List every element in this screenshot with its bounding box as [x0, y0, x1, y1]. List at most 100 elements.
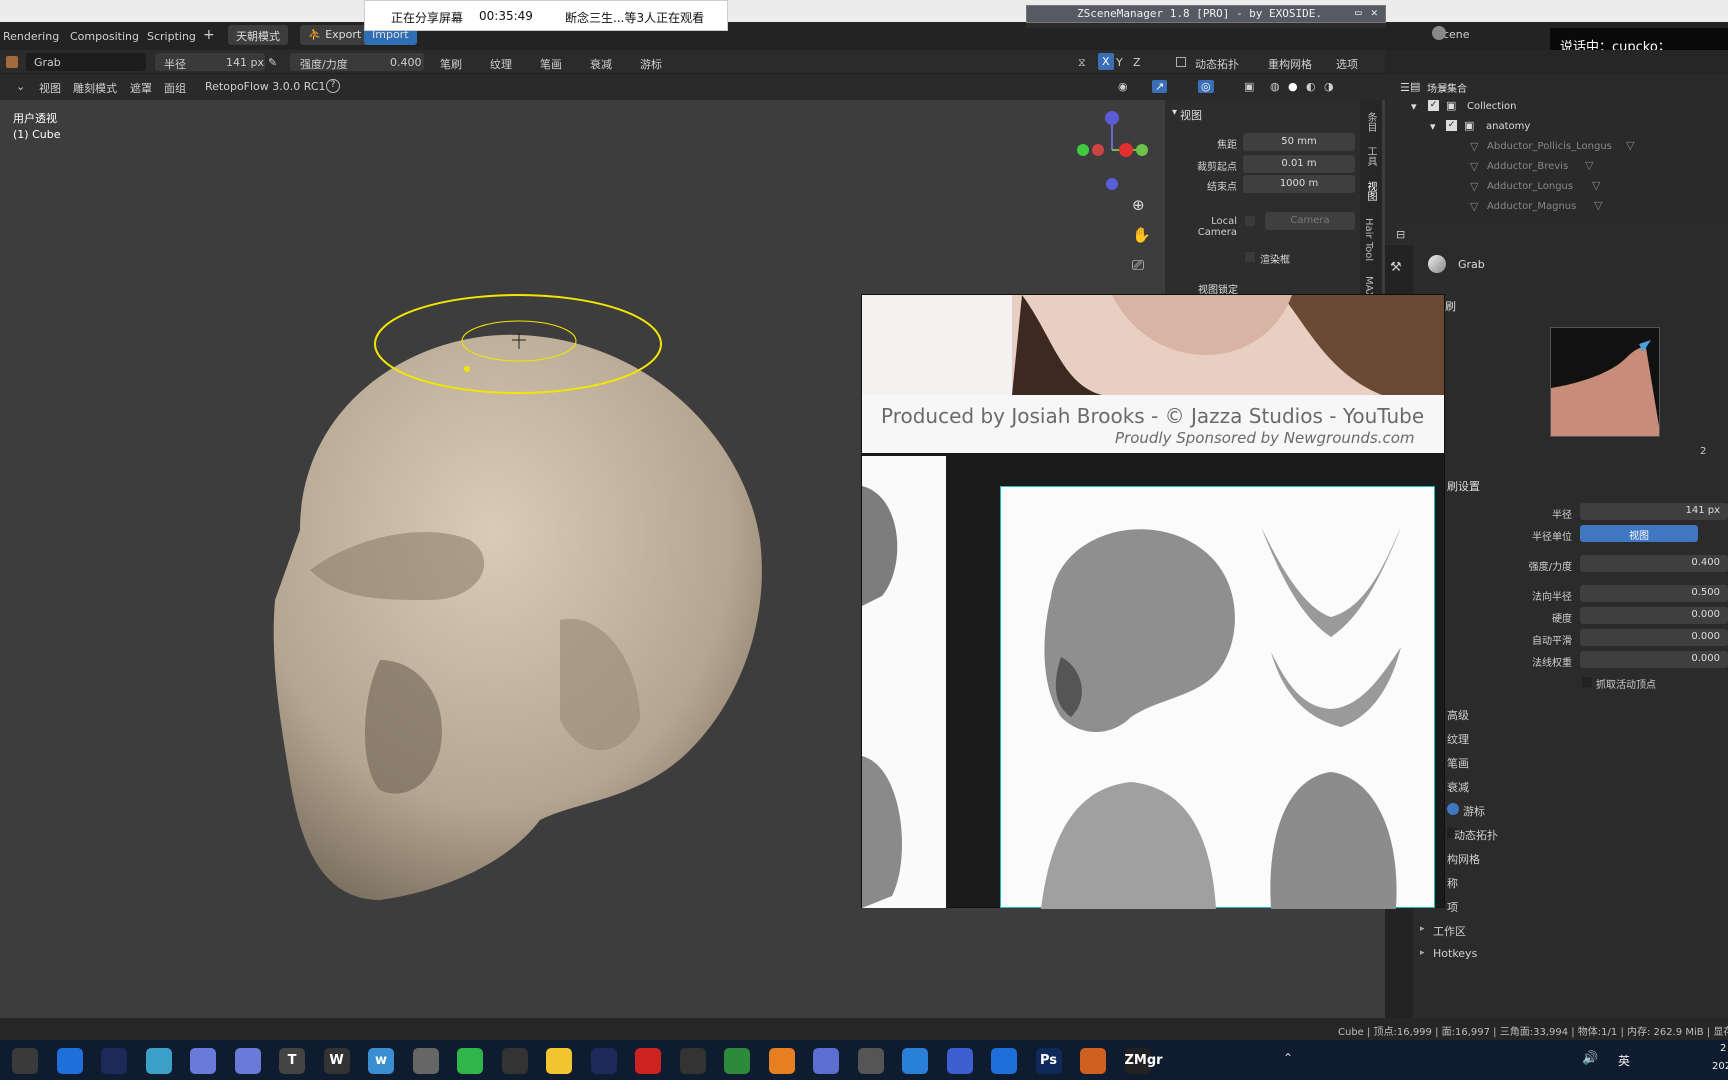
menu-falloff[interactable]: 衰减 — [590, 56, 612, 72]
scene-collection-label[interactable]: 场景集合 — [1427, 80, 1467, 95]
outliner-item[interactable]: Abductor_Pollicis_Longus — [1487, 141, 1612, 152]
taskbar-wd-icon[interactable]: w — [368, 1048, 394, 1074]
hardness-field[interactable]: 0.000 — [1580, 607, 1728, 624]
remesh-menu[interactable]: 重构网格 — [1268, 56, 1312, 72]
options-menu[interactable]: 选项 — [1336, 56, 1358, 72]
taskbar-tx-icon[interactable]: T — [279, 1048, 305, 1074]
pen-pressure-icon[interactable]: ✎ — [268, 56, 277, 69]
overlay-icon[interactable]: ◎ — [1198, 80, 1214, 93]
radius-field[interactable]: 141 px — [1580, 503, 1728, 520]
outliner-item[interactable]: Adductor_Brevis — [1487, 161, 1568, 172]
navigation-gizmo[interactable] — [1070, 108, 1150, 198]
collection-checkbox[interactable]: ✓ — [1428, 100, 1439, 111]
collapse-icon[interactable]: ⌄ — [16, 80, 25, 93]
visibility-icon[interactable]: ◉ — [1118, 80, 1128, 93]
dyntopo-menu[interactable]: 动态拓扑 — [1195, 56, 1239, 72]
view-section-title[interactable]: 视图 — [1180, 107, 1202, 123]
add-workspace-button[interactable]: + — [203, 27, 215, 43]
tab-hair-tool[interactable]: Hair Tool — [1363, 218, 1374, 261]
section-cursor[interactable]: 游标 — [1463, 803, 1485, 819]
menu-view[interactable]: 视图 — [39, 80, 61, 96]
taskbar-netease-icon[interactable] — [635, 1048, 661, 1074]
menu-texture[interactable]: 纹理 — [490, 56, 512, 72]
taskbar-w-icon[interactable]: W — [323, 1048, 350, 1074]
taskbar-fm-icon[interactable] — [1080, 1048, 1106, 1074]
focal-length-field[interactable]: 50 mm — [1243, 133, 1355, 151]
taskbar-owl-icon[interactable] — [412, 1048, 439, 1074]
brush-thumbnail[interactable] — [1550, 327, 1660, 437]
taskbar-shield-icon[interactable] — [991, 1048, 1017, 1074]
taskbar-tasks-icon[interactable] — [946, 1048, 973, 1074]
outliner-item[interactable]: Adductor_Magnus — [1487, 201, 1576, 212]
strength-field[interactable]: 0.400 — [1580, 555, 1728, 572]
tool-tab-icon[interactable]: ⚒ — [1390, 260, 1402, 275]
taskbar-wechat-icon[interactable] — [457, 1048, 483, 1074]
taskbar-blender-ribbon-icon[interactable] — [101, 1048, 127, 1074]
tab-scripting[interactable]: Scripting — [147, 30, 196, 43]
menu-face-sets[interactable]: 面组 — [164, 80, 186, 96]
retopoflow-menu[interactable]: RetopoFlow 3.0.0 RC1 — [205, 80, 326, 93]
section-remesh[interactable]: 构网格 — [1447, 851, 1480, 867]
display-mode-icon[interactable]: ☰ — [1400, 81, 1410, 94]
taskbar-cloud-app-icon[interactable] — [813, 1048, 839, 1074]
brush-icon[interactable] — [6, 56, 18, 68]
taskbar-zbrush-icon[interactable] — [857, 1048, 884, 1074]
tab-tool[interactable]: 工具 — [1363, 146, 1378, 166]
section-symmetry[interactable]: 称 — [1447, 875, 1458, 891]
taskbar-cinema4d-2-icon[interactable] — [234, 1048, 261, 1074]
help-icon[interactable]: ? — [326, 79, 340, 93]
anatomy-expand-arrow[interactable]: ▾ — [1430, 120, 1436, 133]
menu-sculpt[interactable]: 雕刻模式 — [73, 80, 117, 96]
axis-y-toggle[interactable]: Y — [1116, 56, 1123, 69]
brush-settings-title[interactable]: 刷设置 — [1447, 478, 1480, 494]
taskbar-obs-icon[interactable] — [12, 1048, 38, 1074]
taskbar-blender-2-icon[interactable] — [590, 1048, 617, 1074]
local-camera-checkbox[interactable] — [1245, 216, 1255, 226]
taskbar-qq-ring-icon[interactable] — [501, 1048, 528, 1074]
tab-rendering[interactable]: Rendering — [3, 30, 59, 43]
clock-date[interactable]: 202 — [1712, 1061, 1728, 1072]
menu-stroke[interactable]: 笔画 — [540, 56, 562, 72]
camera-field[interactable]: Camera — [1265, 212, 1355, 230]
system-tray-chevron-icon[interactable]: ⌃ — [1283, 1051, 1293, 1065]
gizmo-icon[interactable]: ↗ — [1152, 80, 1168, 93]
dyntopo-checkbox[interactable] — [1176, 57, 1186, 67]
taskbar-ps-icon[interactable]: Ps — [1035, 1048, 1062, 1074]
taskbar-blender-icon[interactable] — [768, 1048, 795, 1074]
tab-compositing[interactable]: Compositing — [70, 30, 139, 43]
section-stroke[interactable]: 笔画 — [1447, 755, 1469, 771]
section-workspace[interactable]: 工作区 — [1433, 923, 1466, 939]
section-falloff[interactable]: 衰减 — [1447, 779, 1469, 795]
clock-time[interactable]: 2 — [1720, 1043, 1726, 1054]
view-section-arrow[interactable]: ▾ — [1172, 107, 1177, 118]
volume-icon[interactable]: 🔊 — [1582, 1051, 1598, 1066]
material-shading-icon[interactable]: ◐ — [1306, 80, 1316, 93]
taskbar-maps-icon[interactable] — [724, 1048, 750, 1074]
anatomy-label[interactable]: anatomy — [1486, 121, 1530, 132]
camera-view-icon[interactable]: ⎚ — [1132, 256, 1144, 274]
taskbar-feishu-icon[interactable] — [56, 1048, 83, 1074]
wireframe-shading-icon[interactable]: ◍ — [1270, 80, 1280, 93]
render-border-checkbox[interactable] — [1245, 252, 1255, 262]
xray-icon[interactable]: ▣ — [1244, 80, 1254, 93]
menu-brush[interactable]: 笔刷 — [440, 56, 462, 72]
expand-arrow[interactable]: ▾ — [1411, 100, 1417, 113]
cursor-toggle[interactable] — [1447, 803, 1459, 815]
export-button[interactable]: ⛹ Export — [300, 25, 370, 45]
properties-editor-type-icon[interactable]: ⊟ — [1396, 228, 1405, 241]
section-texture[interactable]: 纹理 — [1447, 731, 1469, 747]
taskbar-cinema4d-icon[interactable] — [190, 1048, 216, 1074]
expand-arrow[interactable]: ▸ — [1420, 924, 1425, 934]
render-shading-icon[interactable]: ◑ — [1324, 80, 1334, 93]
anatomy-checkbox[interactable]: ✓ — [1446, 120, 1457, 131]
clip-end-field[interactable]: 1000 m — [1243, 175, 1355, 193]
close-icon[interactable]: ✕ — [1371, 6, 1378, 19]
zoom-icon[interactable]: ⊕ — [1132, 196, 1145, 214]
outliner-item[interactable]: Adductor_Longus — [1487, 181, 1573, 192]
menu-cursor[interactable]: 游标 — [640, 56, 662, 72]
axis-x-toggle[interactable]: X — [1098, 53, 1114, 70]
symmetry-icon[interactable]: ⧖ — [1078, 56, 1086, 70]
axis-z-toggle[interactable]: Z — [1133, 56, 1141, 69]
tab-view[interactable]: 视图 — [1363, 181, 1378, 201]
taskbar-note-yellow-icon[interactable] — [546, 1048, 572, 1074]
